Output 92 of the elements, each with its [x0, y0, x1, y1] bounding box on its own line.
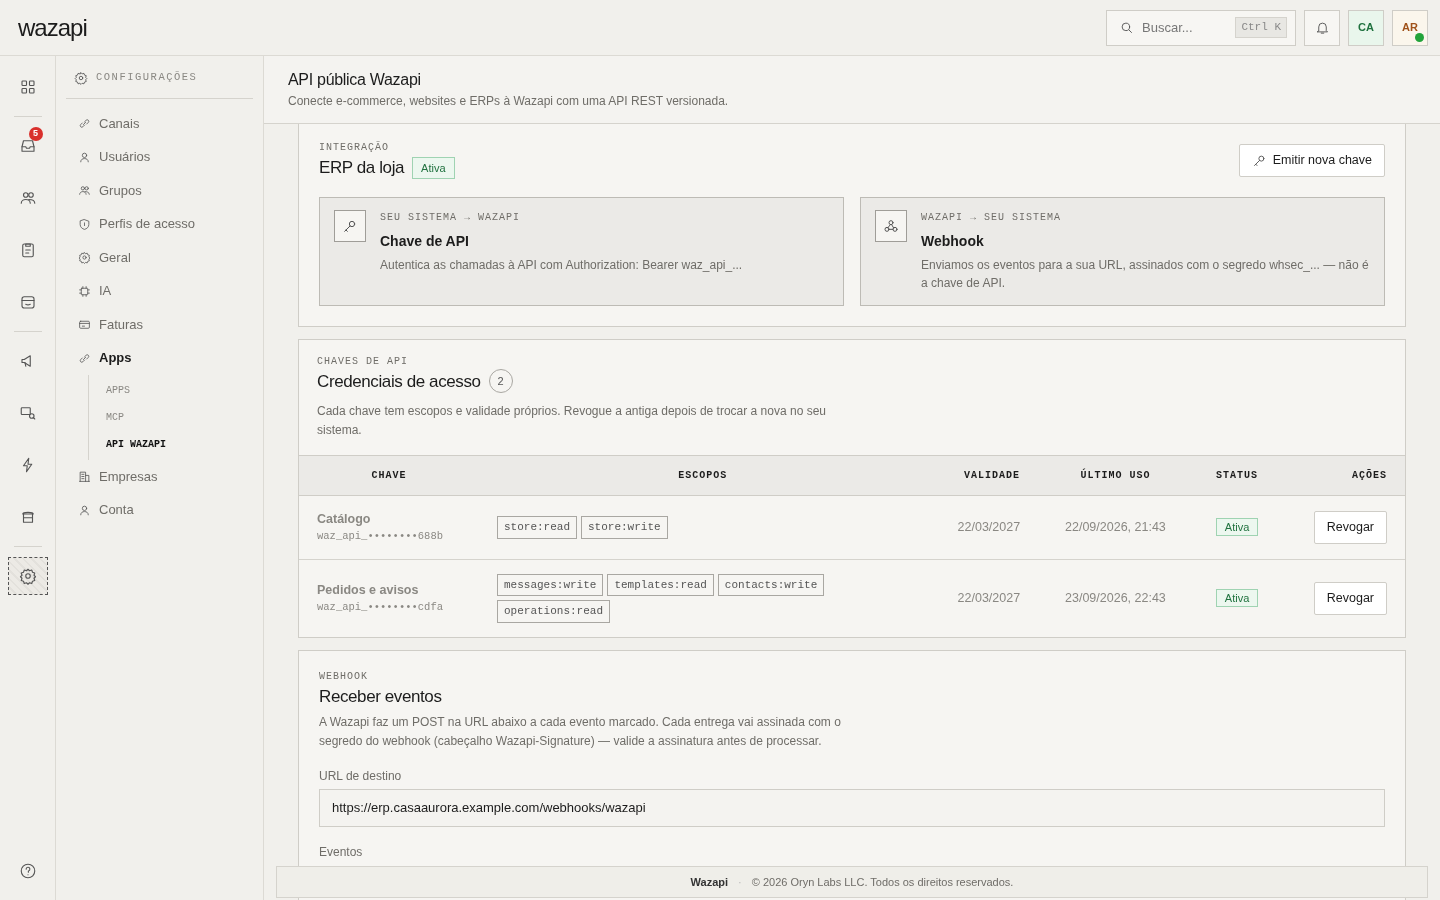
sidebar-subitem[interactable]: APPS [89, 376, 147, 404]
sidebar-subitem[interactable]: MCP [89, 403, 141, 431]
sidebar-item[interactable]: Conta [66, 493, 253, 527]
scope-tag: operations:read [497, 600, 611, 623]
revoke-button[interactable]: Revogar [1313, 582, 1387, 615]
user-icon [78, 503, 91, 517]
column-header: AÇÕES [1352, 470, 1387, 482]
section-title: Credenciais de acesso [317, 370, 481, 393]
card-icon [78, 318, 91, 331]
link-icon [78, 351, 91, 365]
count-badge: 5 [28, 127, 43, 141]
footer-brand: Wazapi [690, 874, 729, 890]
settings-icon [78, 251, 91, 264]
flow-label: WAZAPI → SEU SISTEMA [921, 210, 1063, 225]
key-name: Catálogo [317, 511, 372, 529]
section-label: CHAVES DE API [317, 354, 409, 369]
column-header: ESCOPOS [678, 470, 728, 482]
copyright-text: © 2026 Oryn Labs LLC. Todos os direitos reservados. [751, 874, 1014, 890]
table-cell: 22/09/2026, 21:43 [1065, 520, 1166, 535]
column-header: STATUS [1216, 470, 1259, 482]
sidebar-item[interactable]: Geral [66, 240, 253, 275]
section-title: ERP da loja [319, 157, 405, 179]
page-subtitle: Conecte e-commerce, websites e ERPs à Wazapi com uma API REST versionada. [288, 93, 730, 110]
search-field[interactable]: Buscar... Ctrl K [1106, 9, 1296, 46]
column-header: CHAVE [371, 470, 407, 482]
help-icon [18, 862, 37, 880]
sidebar-item[interactable]: Grupos [66, 173, 253, 208]
group-icon [78, 184, 91, 197]
table-cell: 23/09/2026, 22:43 [1065, 591, 1166, 605]
status-badge: Ativa [412, 156, 455, 179]
page-title: API pública Wazapi [288, 70, 422, 90]
masked-key: waz_api_••••••••cdfa [317, 599, 461, 616]
webhook-icon [883, 217, 899, 234]
notifications-button[interactable] [1304, 9, 1340, 46]
inbox-button[interactable]: 5 [7, 127, 48, 165]
building-icon [78, 470, 91, 483]
section-label: WEBHOOK [319, 669, 369, 684]
settings-icon [74, 70, 88, 85]
table-cell: 22/03/2027 [957, 591, 1021, 605]
masked-key: waz_api_••••••••688b [317, 529, 461, 545]
card-description: Autentica as chamadas à API com Authorization: Bearer waz_api_... [380, 256, 743, 274]
chip-icon [78, 284, 91, 298]
status-badge: Ativa [1215, 589, 1259, 607]
sidebar-item[interactable]: IA [66, 274, 253, 308]
sidebar-item[interactable]: Faturas [66, 307, 253, 342]
separator-dot: · [738, 874, 742, 890]
key-icon [1251, 152, 1267, 168]
avatar[interactable]: CA [1348, 9, 1384, 46]
sidebar-heading: CONFIGURAÇÕES [96, 70, 198, 85]
section-label: INTEGRAÇÃO [319, 140, 390, 155]
dashboard-icon [18, 78, 37, 96]
settings-button[interactable] [7, 557, 48, 595]
scope-tag: messages:write [497, 573, 604, 597]
card-title: Webhook [921, 231, 985, 251]
scope-tag: contacts:write [717, 573, 825, 597]
section-description: Cada chave tem escopos e validade próprios. Revogue a antiga depois de trocar a nova no seu sistema. [317, 403, 827, 439]
section-description: A Wazapi faz um POST na URL abaixo a cada evento marcado. Cada entrega vai assinada com o segredo do webhook (cabeçalho Wazapi-Signature) — valide a assinatura antes de processar. [319, 714, 842, 750]
logo: wazapi [18, 12, 87, 43]
settings-icon [18, 567, 37, 585]
card-title: Chave de API [380, 231, 470, 251]
scope-tag: store:read [497, 516, 577, 539]
sidebar-item[interactable]: Canais [66, 106, 253, 141]
section-title: Receber eventos [319, 685, 443, 708]
key-name: Pedidos e avisos [317, 582, 420, 600]
scope-tag: store:write [581, 516, 668, 539]
shield-icon [78, 217, 91, 231]
store-icon [18, 293, 37, 311]
table-cell: 22/03/2027 [957, 520, 1021, 535]
link-icon [78, 117, 91, 130]
field-label: URL de destino [319, 767, 403, 785]
url-field[interactable]: https://erp.casaaurora.example.com/webhooks/wazapi [319, 789, 1385, 827]
sidebar-item[interactable]: Usuários [66, 140, 253, 174]
issue-key-button[interactable]: Emitir nova chave [1238, 144, 1385, 177]
revoke-button[interactable]: Revogar [1313, 511, 1387, 544]
search-icon [1119, 20, 1134, 35]
inbox-icon [18, 137, 37, 155]
field-label: Eventos [319, 843, 364, 861]
flow-icon [18, 404, 37, 422]
status-badge: Ativa [1215, 518, 1259, 537]
bell-icon [1314, 20, 1330, 35]
sidebar-item[interactable]: Perfis de acesso [66, 207, 253, 241]
flow-label: SEU SISTEMA → WAZAPI [380, 210, 522, 225]
sidebar-item[interactable]: Empresas [66, 459, 253, 494]
card-description: Enviamos os eventos para a sua URL, assinados com o segredo whsec_... — não é a chave de API. [921, 256, 1370, 293]
column-header: VALIDADE [964, 470, 1021, 482]
scope-tag: templates:read [607, 573, 714, 597]
avatar[interactable]: AR [1392, 9, 1428, 46]
sidebar-subitem[interactable]: API WAZAPI [89, 430, 183, 458]
search-placeholder: Buscar... [1142, 18, 1193, 37]
column-header: ÚLTIMO USO [1080, 470, 1151, 482]
sidebar-item[interactable]: Apps [66, 341, 253, 375]
shortcut-hint: Ctrl K [1235, 17, 1287, 38]
